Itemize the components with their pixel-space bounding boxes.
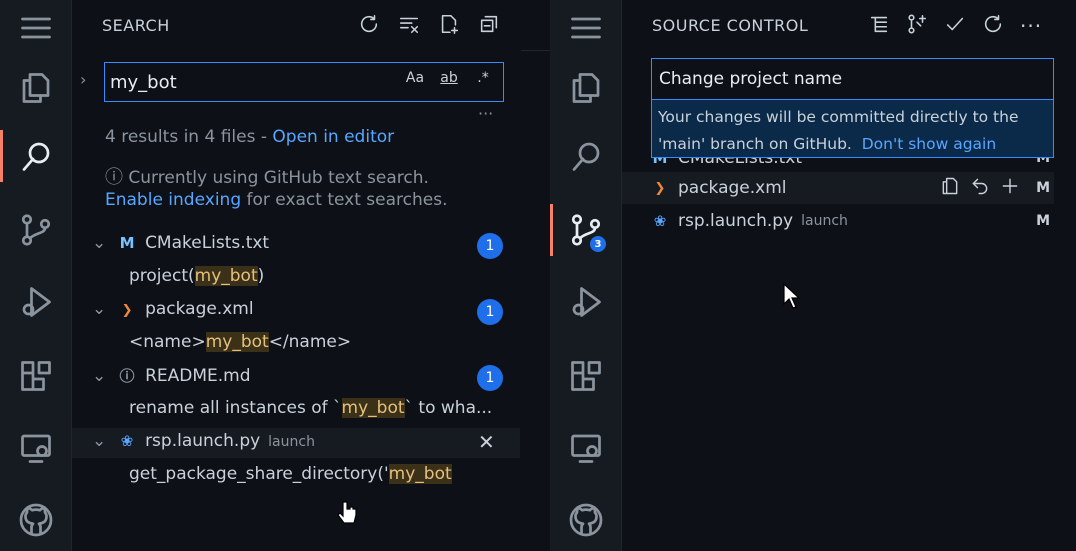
- chevron-down-icon: ⌄: [92, 431, 107, 451]
- scm-file-row[interactable]: ❀ rsp.launch.py launch M: [622, 205, 1054, 237]
- chevron-down-icon: ⌄: [92, 299, 107, 319]
- remote-explorer-icon[interactable]: [0, 420, 72, 476]
- regex-button[interactable]: .*: [469, 70, 497, 86]
- explorer-icon[interactable]: [0, 60, 72, 116]
- discard-changes-icon[interactable]: [970, 176, 990, 201]
- result-match-line[interactable]: get_package_share_directory('my_bot: [129, 464, 452, 484]
- match-whole-word-button[interactable]: ab: [435, 70, 463, 86]
- search-input-box: Aa ab .*: [104, 62, 504, 102]
- result-file-row[interactable]: ⌄ ❀ rsp.launch.py launch: [92, 431, 315, 451]
- result-file-row[interactable]: ⌄ ⓘ README.md: [92, 365, 251, 386]
- result-file-row[interactable]: ⌄ M CMakeLists.txt: [92, 233, 269, 253]
- run-debug-icon[interactable]: [0, 274, 72, 330]
- search-icon[interactable]: [550, 128, 622, 184]
- python-icon: ❀: [120, 432, 134, 450]
- scm-changes-badge: 3: [588, 234, 608, 254]
- result-match-line[interactable]: <name>my_bot</name>: [129, 332, 351, 352]
- scm-file-row[interactable]: ❯ package.xml M: [622, 172, 1054, 204]
- search-info-message-2: Enable indexing for exact text searches.: [105, 190, 448, 210]
- clear-results-icon[interactable]: [398, 13, 420, 39]
- chevron-down-icon: ⌄: [92, 233, 107, 253]
- result-count-badge: 1: [477, 299, 503, 325]
- refresh-icon[interactable]: [982, 13, 1004, 39]
- source-control-icon[interactable]: 3: [550, 202, 622, 258]
- result-count-badge: 1: [477, 365, 503, 391]
- menu-icon[interactable]: [0, 0, 72, 56]
- search-input[interactable]: [105, 71, 395, 93]
- source-control-icon[interactable]: [0, 202, 72, 258]
- github-icon[interactable]: [0, 492, 72, 548]
- new-search-editor-icon[interactable]: [438, 13, 460, 39]
- search-panel-title: SEARCH: [102, 16, 170, 35]
- open-file-icon[interactable]: [940, 176, 960, 201]
- commit-message-input[interactable]: Change project name: [651, 58, 1054, 100]
- open-in-editor-link[interactable]: Open in editor: [272, 127, 394, 147]
- info-icon: ⓘ: [119, 367, 135, 385]
- dont-show-again-link[interactable]: Don't show again: [862, 135, 996, 153]
- enable-indexing-link[interactable]: Enable indexing: [105, 190, 241, 210]
- activity-bar-right: 3: [550, 0, 622, 551]
- hand-cursor-icon: [337, 501, 357, 524]
- toggle-replace-icon[interactable]: ›: [80, 70, 86, 89]
- remote-explorer-icon[interactable]: [550, 420, 622, 476]
- commit-check-icon[interactable]: [944, 13, 966, 39]
- collapse-all-icon[interactable]: [478, 13, 500, 39]
- extensions-icon[interactable]: [550, 348, 622, 404]
- search-info-message: ⓘ Currently using GitHub text search.: [105, 167, 429, 188]
- commit-warning-tooltip: Your changes will be committed directly …: [651, 100, 1054, 158]
- scm-panel-title: SOURCE CONTROL: [652, 16, 809, 35]
- result-match-line[interactable]: rename all instances of `my_bot` to wha.…: [129, 398, 492, 418]
- cmake-file-icon: M: [119, 234, 135, 252]
- rss-icon: ❯: [121, 303, 133, 318]
- editor-split: [521, 0, 550, 551]
- results-summary: 4 results in 4 files - Open in editor: [105, 127, 395, 147]
- extensions-icon[interactable]: [0, 348, 72, 404]
- explorer-icon[interactable]: [550, 60, 622, 116]
- search-toolbar: [358, 12, 500, 40]
- dismiss-result-icon[interactable]: ✕: [478, 430, 495, 454]
- result-count-badge: 1: [477, 233, 503, 259]
- status-modified: M: [1036, 180, 1050, 196]
- view-as-tree-icon[interactable]: [868, 13, 890, 39]
- row-actions: [940, 176, 1020, 201]
- scm-toolbar: ···: [868, 12, 1042, 40]
- rss-icon: ❯: [654, 180, 666, 196]
- run-debug-icon[interactable]: [550, 274, 622, 330]
- python-icon: ❀: [653, 212, 667, 230]
- result-match-line[interactable]: project(my_bot): [129, 266, 264, 286]
- info-icon: ⓘ: [105, 167, 123, 188]
- match-case-button[interactable]: Aa: [401, 70, 429, 86]
- search-details-toggle[interactable]: ···: [478, 104, 493, 123]
- chevron-down-icon: ⌄: [92, 366, 107, 386]
- refresh-icon[interactable]: [358, 13, 380, 39]
- more-actions-icon[interactable]: ···: [1020, 14, 1042, 38]
- create-pull-request-icon[interactable]: [906, 13, 928, 39]
- stage-changes-icon[interactable]: [1000, 176, 1020, 201]
- github-icon[interactable]: [550, 492, 622, 548]
- arrow-cursor-icon: [783, 282, 800, 309]
- activity-bar-left: [0, 0, 72, 551]
- status-modified: M: [1036, 213, 1050, 229]
- result-file-row[interactable]: ⌄ ❯ package.xml: [92, 299, 254, 319]
- menu-icon[interactable]: [550, 0, 622, 56]
- search-icon[interactable]: [0, 128, 72, 184]
